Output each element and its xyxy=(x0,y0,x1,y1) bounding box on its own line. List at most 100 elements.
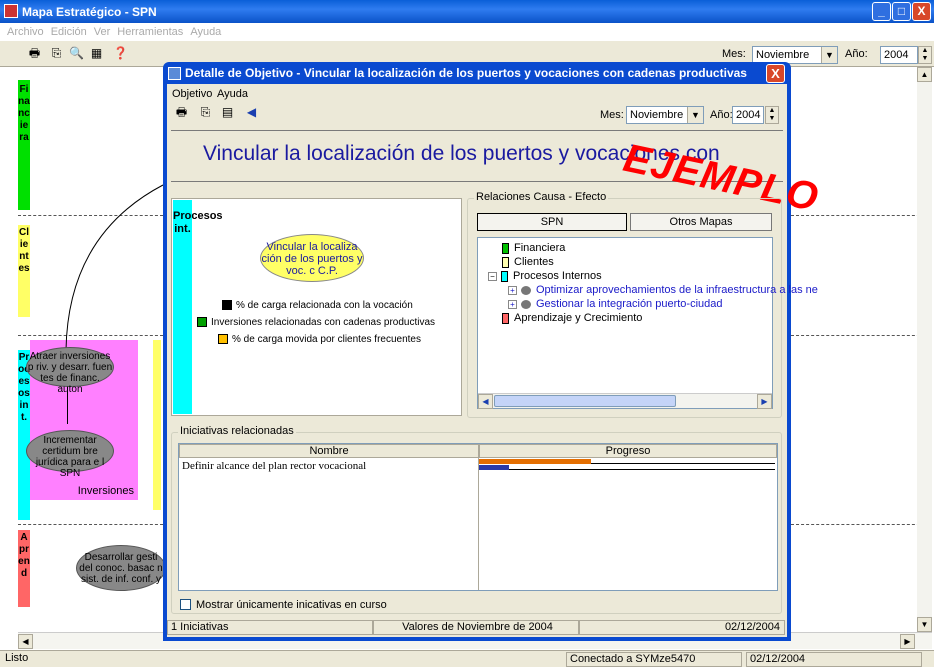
otros-mapas-button[interactable]: Otros Mapas xyxy=(630,213,772,231)
objective-panel: Procesos int. Vincular la localiza ción … xyxy=(171,198,462,416)
menu-ayuda-dialog[interactable]: Ayuda xyxy=(217,88,248,100)
scroll-thumb[interactable] xyxy=(494,395,676,407)
tree-label: Clientes xyxy=(514,256,554,268)
print-icon[interactable]: 🖶 xyxy=(26,45,43,62)
menu-herramientas[interactable]: Herramientas xyxy=(117,26,183,38)
scroll-right-icon[interactable]: ▶ xyxy=(757,394,772,409)
dialog-icon xyxy=(168,67,181,80)
separator-line xyxy=(791,335,930,336)
connector-curve xyxy=(65,184,164,351)
tree-item-financiera[interactable]: Financiera xyxy=(502,242,565,254)
menu-edicion[interactable]: Edición xyxy=(51,26,87,38)
objective-node[interactable]: Atraer inversiones p riv. y desarr. fuen… xyxy=(26,347,114,395)
indicator-item[interactable]: % de carga movida por clientes frecuente… xyxy=(218,333,421,345)
indicator-label: % de carga movida por clientes frecuente… xyxy=(232,334,421,345)
scroll-right-icon[interactable]: ▶ xyxy=(900,634,915,649)
col-progreso-header[interactable]: Progreso xyxy=(479,444,777,458)
maximize-button[interactable]: □ xyxy=(892,2,911,21)
expand-icon[interactable]: + xyxy=(508,299,517,309)
anio-input[interactable]: 2004 xyxy=(880,46,918,64)
chevron-down-icon[interactable]: ▼ xyxy=(821,47,837,63)
menu-bar: Archivo Edición Ver Herramientas Ayuda xyxy=(0,23,934,41)
dialog-mes-select[interactable]: Noviembre ▼ xyxy=(626,106,704,124)
dialog-body: Objetivo Ayuda 🖶 ⎘ ▤ ◀ Mes: Noviembre ▼ A… xyxy=(167,84,823,637)
menu-ayuda[interactable]: Ayuda xyxy=(190,26,221,38)
dialog-title: Detalle de Objetivo - Vincular la locali… xyxy=(185,66,747,80)
perspective-color xyxy=(502,312,509,324)
indicator-item[interactable]: Inversiones relacionadas con cadenas pro… xyxy=(197,316,435,328)
scroll-left-icon[interactable]: ◀ xyxy=(18,634,33,649)
dialog-close-button[interactable]: X xyxy=(766,64,785,83)
indicator-color xyxy=(218,334,228,345)
help-icon[interactable]: ❓ xyxy=(112,45,129,62)
tree-item-aprendizaje[interactable]: Aprendizaje y Crecimiento xyxy=(502,312,642,324)
iniciativa-nombre: Definir alcance del plan rector vocacion… xyxy=(182,460,367,472)
anio-label: Año: xyxy=(845,48,868,60)
spn-button[interactable]: SPN xyxy=(477,213,627,231)
copy-icon[interactable]: ⎘ xyxy=(197,104,214,121)
objective-detail-dialog: Detalle de Objetivo - Vincular la locali… xyxy=(163,62,823,641)
collapse-icon[interactable]: − xyxy=(488,271,497,281)
inversiones-label: Inversiones xyxy=(77,485,134,497)
print-icon[interactable]: 🖶 xyxy=(173,104,190,121)
progress-track xyxy=(479,465,775,470)
status-connection: Conectado a SYMze5470 xyxy=(566,652,742,667)
table-row[interactable]: Definir alcance del plan rector vocacion… xyxy=(179,459,777,475)
indicator-color xyxy=(222,300,232,311)
copy-icon[interactable]: ⎘ xyxy=(48,45,65,62)
app-title-bar: Mapa Estratégico - SPN _ □ X xyxy=(0,0,934,23)
en-curso-label: Mostrar únicamente inicativas en curso xyxy=(196,599,387,611)
menu-archivo[interactable]: Archivo xyxy=(7,26,44,38)
clipboard-icon[interactable]: ▤ xyxy=(219,104,236,121)
indicator-color xyxy=(197,317,207,328)
chevron-down-icon[interactable]: ▼ xyxy=(687,107,703,123)
app-title: Mapa Estratégico - SPN xyxy=(22,5,157,19)
vertical-scrollbar[interactable]: ▲ ▼ xyxy=(917,67,932,632)
band-financiera: Financiera xyxy=(18,80,30,210)
relations-tree[interactable]: Financiera Clientes − Procesos Internos +… xyxy=(477,237,818,409)
report-icon[interactable]: ▦ xyxy=(88,45,105,62)
col-nombre-header[interactable]: Nombre xyxy=(179,444,479,458)
tree-item-clientes[interactable]: Clientes xyxy=(502,256,554,268)
indicator-label: % de carga relacionada con la vocación xyxy=(236,300,413,311)
en-curso-checkbox[interactable] xyxy=(180,599,191,610)
indicator-item[interactable]: % de carga relacionada con la vocación xyxy=(222,299,413,311)
dialog-mes-label: Mes: xyxy=(600,109,624,121)
dialog-status-valores: Valores de Noviembre de 2004 xyxy=(373,620,579,635)
menu-ver[interactable]: Ver xyxy=(94,26,111,38)
indicator-label: Inversiones relacionadas con cadenas pro… xyxy=(211,317,436,328)
tree-item-gestionar[interactable]: + Gestionar la integración puerto-ciudad xyxy=(508,298,723,310)
menu-objetivo[interactable]: Objetivo xyxy=(172,88,212,100)
objective-node[interactable]: Incrementar certidum bre jurídica para e… xyxy=(26,430,114,479)
scroll-left-icon[interactable]: ◀ xyxy=(478,394,493,409)
objective-oval[interactable]: Vincular la localiza ción de los puertos… xyxy=(260,234,364,282)
tree-item-procesos[interactable]: − Procesos Internos xyxy=(488,270,602,282)
band-procesos: Procesos int. xyxy=(18,350,30,520)
mes-label: Mes: xyxy=(722,48,746,60)
iniciativas-table[interactable]: Nombre Progreso Definir alcance del plan… xyxy=(178,443,778,591)
tree-item-optimizar[interactable]: + Optimizar aprovechamientos de la infrae… xyxy=(508,284,818,296)
band-clientes: Clientes xyxy=(18,225,30,317)
tree-label: Aprendizaje y Crecimiento xyxy=(514,312,643,324)
expand-icon[interactable]: + xyxy=(508,285,517,295)
objective-node[interactable]: Desarrollar gesti del conoc. basac n sis… xyxy=(76,545,166,591)
band-aprendizaje: Aprend xyxy=(18,530,30,607)
scroll-down-icon[interactable]: ▼ xyxy=(917,617,932,632)
dialog-status-count: 1 Iniciativas xyxy=(167,620,373,635)
dialog-anio-spinner[interactable]: ▲ ▼ xyxy=(765,106,779,124)
objective-dot-icon xyxy=(521,299,531,309)
perspective-label: Procesos int. xyxy=(173,200,223,414)
clientes-strip xyxy=(153,340,161,510)
tree-label: Procesos Internos xyxy=(513,270,602,282)
scroll-up-icon[interactable]: ▲ xyxy=(917,67,932,82)
zoom-icon[interactable]: 🔍 xyxy=(68,45,85,62)
separator-line xyxy=(18,524,163,525)
tree-label: Gestionar la integración puerto-ciudad xyxy=(536,298,723,310)
tree-hscrollbar[interactable]: ◀ ▶ xyxy=(478,393,772,409)
dialog-anio-input[interactable]: 2004 xyxy=(732,106,764,124)
minimize-button[interactable]: _ xyxy=(872,2,891,21)
anio-spinner[interactable]: ▲ ▼ xyxy=(918,46,932,64)
close-button[interactable]: X xyxy=(912,2,931,21)
app-icon xyxy=(4,4,18,18)
back-arrow-icon[interactable]: ◀ xyxy=(243,104,260,121)
